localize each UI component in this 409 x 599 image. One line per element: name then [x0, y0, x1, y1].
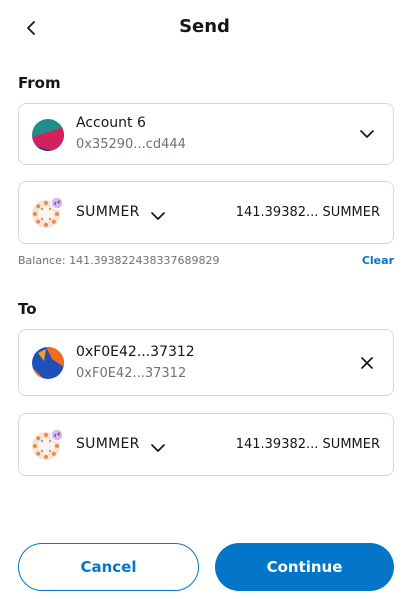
chevron-down-icon — [357, 124, 377, 144]
from-account-selector[interactable]: Account 6 0x35290...cd444 — [18, 103, 394, 165]
header: Send — [0, 0, 409, 56]
from-label: From — [18, 74, 61, 92]
token-chevron-down-icon — [151, 438, 167, 454]
token-symbol: SUMMER — [76, 436, 140, 452]
balance-text: Balance: 141.393822438337689829 — [18, 254, 220, 267]
to-token-selector[interactable]: SUMMER 141.39382... SUMMER — [18, 413, 394, 476]
continue-button[interactable]: Continue — [215, 543, 394, 591]
recipient-avatar — [32, 347, 64, 379]
token-chevron-down-icon — [151, 206, 167, 222]
token-symbol: SUMMER — [76, 204, 140, 220]
to-label: To — [18, 300, 37, 318]
cancel-button[interactable]: Cancel — [18, 543, 199, 591]
clear-button[interactable]: Clear — [362, 254, 394, 267]
recipient-name: 0xF0E42...37312 — [76, 344, 195, 360]
token-amount: 141.39382... SUMMER — [235, 437, 380, 452]
account-address: 0x35290...cd444 — [76, 137, 186, 152]
balance-row: Balance: 141.393822438337689829 Clear — [18, 254, 394, 267]
recipient-address: 0xF0E42...37312 — [76, 366, 187, 381]
to-recipient-field[interactable]: 0xF0E42...37312 0xF0E42...37312 — [18, 329, 394, 396]
account-avatar — [32, 119, 64, 151]
page-title: Send — [179, 16, 230, 37]
summer-token-icon — [31, 428, 65, 462]
account-name: Account 6 — [76, 115, 146, 131]
close-icon[interactable] — [357, 353, 377, 373]
token-amount[interactable]: 141.39382... SUMMER — [236, 205, 380, 220]
from-token-selector[interactable]: SUMMER 141.39382... SUMMER — [18, 181, 394, 244]
summer-token-icon — [31, 196, 65, 230]
